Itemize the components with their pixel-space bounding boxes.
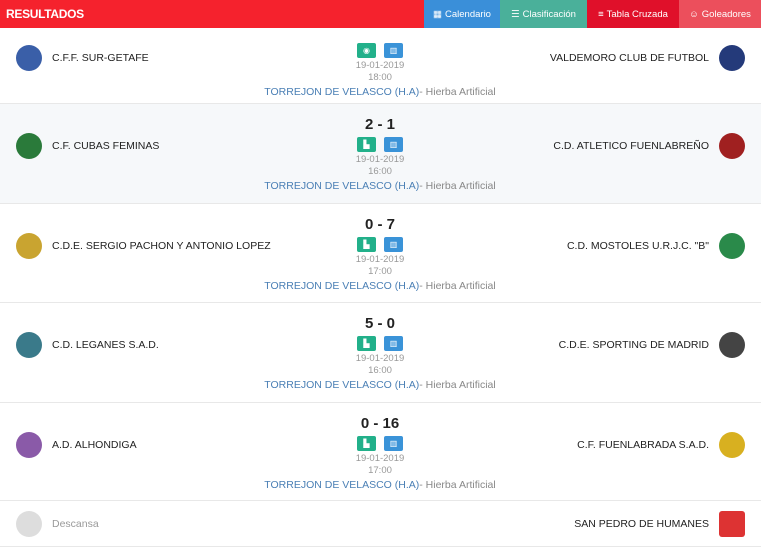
away-team[interactable]: C.D. ATLETICO FUENLABREÑO	[553, 140, 709, 152]
team-logo	[719, 45, 745, 71]
match-row: C.F.F. SUR-GETAFE ◉ ▥ 19-01-2019 18:00 TO…	[0, 28, 761, 104]
team-logo	[16, 332, 42, 358]
away-team[interactable]: C.D.E. SPORTING DE MADRID	[559, 339, 709, 351]
page-title: RESULTADOS	[6, 7, 84, 21]
venue-link[interactable]: TORREJON DE VELASCO (H.A)	[264, 379, 419, 391]
match-time: 16:00	[368, 166, 392, 177]
match-time: 18:00	[368, 72, 392, 83]
stats-icon[interactable]: ▥	[384, 43, 403, 58]
team-logo	[719, 233, 745, 259]
team-logo	[719, 511, 745, 537]
match-row: C.F. CUBAS FEMINAS 2 - 1 ▙ ▥ 19-01-2019 1…	[0, 104, 761, 204]
eye-icon[interactable]: ◉	[357, 43, 376, 58]
match-score: 0 - 7	[364, 216, 395, 233]
home-team[interactable]: A.D. ALHONDIGA	[52, 439, 137, 451]
results-header: RESULTADOS ▦ Calendario ☰ Clasificación ≡ T…	[0, 0, 761, 28]
match-row: C.D.E. SERGIO PACHON Y ANTONIO LOPEZ 0 -…	[0, 204, 761, 303]
venue-surface: - Hierba Artificial	[419, 479, 496, 491]
venue-surface: - Hierba Artificial	[419, 379, 496, 391]
match-date: 19-01-2019	[355, 453, 405, 464]
list-icon: ☰	[511, 8, 520, 20]
team-logo	[719, 432, 745, 458]
match-score: 2 - 1	[364, 116, 395, 133]
match-row: C.D. LEGANES S.A.D. 5 - 0 ▙ ▥ 19-01-2019 …	[0, 303, 761, 403]
document-icon[interactable]: ▙	[357, 436, 376, 451]
home-team[interactable]: C.F.F. SUR-GETAFE	[52, 52, 149, 64]
document-icon[interactable]: ▙	[357, 336, 376, 351]
stats-icon[interactable]: ▥	[384, 436, 403, 451]
tab-label: Tabla Cruzada	[606, 8, 668, 20]
tab-clasificacion[interactable]: ☰ Clasificación	[500, 0, 587, 28]
venue-surface: - Hierba Artificial	[419, 180, 496, 192]
table-icon: ≡	[598, 8, 604, 20]
tab-label: Clasificación	[522, 8, 576, 20]
document-icon[interactable]: ▙	[357, 237, 376, 252]
tab-calendario[interactable]: ▦ Calendario	[424, 0, 500, 28]
match-date: 19-01-2019	[355, 353, 405, 364]
venue-surface: - Hierba Artificial	[419, 86, 496, 98]
away-team[interactable]: C.F. FUENLABRADA S.A.D.	[577, 439, 709, 451]
team-logo	[719, 133, 745, 159]
tab-label: Goleadores	[701, 8, 751, 20]
stats-icon[interactable]: ▥	[384, 137, 403, 152]
calendar-icon: ▦	[433, 8, 443, 20]
away-team[interactable]: VALDEMORO CLUB DE FUTBOL	[550, 52, 709, 64]
match-row: A.D. ALHONDIGA 0 - 16 ▙ ▥ 19-01-2019 17:0…	[0, 403, 761, 501]
document-icon[interactable]: ▙	[357, 137, 376, 152]
stats-icon[interactable]: ▥	[384, 336, 403, 351]
smile-icon: ☺	[689, 8, 699, 20]
tab-goleadores[interactable]: ☺ Goleadores	[679, 0, 761, 28]
tab-label: Calendario	[445, 8, 491, 20]
venue-surface: - Hierba Artificial	[419, 280, 496, 292]
match-time: 16:00	[368, 365, 392, 376]
match-date: 19-01-2019	[355, 154, 405, 165]
team-logo	[719, 332, 745, 358]
home-team[interactable]: C.D. LEGANES S.A.D.	[52, 339, 159, 351]
tab-tabla-cruzada[interactable]: ≡ Tabla Cruzada	[587, 0, 679, 28]
rest-row: Descansa SAN PEDRO DE HUMANES	[0, 501, 761, 547]
venue-link[interactable]: TORREJON DE VELASCO (H.A)	[264, 479, 419, 491]
match-score: 0 - 16	[360, 415, 400, 432]
match-score: 5 - 0	[364, 315, 395, 332]
team-logo	[16, 133, 42, 159]
venue-link[interactable]: TORREJON DE VELASCO (H.A)	[264, 86, 419, 98]
home-team[interactable]: C.F. CUBAS FEMINAS	[52, 140, 159, 152]
rest-team[interactable]: SAN PEDRO DE HUMANES	[574, 518, 709, 530]
team-logo	[16, 432, 42, 458]
venue-link[interactable]: TORREJON DE VELASCO (H.A)	[264, 180, 419, 192]
team-logo	[16, 45, 42, 71]
match-date: 19-01-2019	[355, 254, 405, 265]
shield-placeholder-icon	[16, 511, 42, 537]
match-time: 17:00	[368, 266, 392, 277]
away-team[interactable]: C.D. MOSTOLES U.R.J.C. "B"	[567, 240, 709, 252]
rest-label: Descansa	[52, 518, 99, 530]
team-logo	[16, 233, 42, 259]
venue-link[interactable]: TORREJON DE VELASCO (H.A)	[264, 280, 419, 292]
stats-icon[interactable]: ▥	[384, 237, 403, 252]
match-time: 17:00	[368, 465, 392, 476]
home-team[interactable]: C.D.E. SERGIO PACHON Y ANTONIO LOPEZ	[52, 240, 271, 252]
match-date: 19-01-2019	[355, 60, 405, 71]
